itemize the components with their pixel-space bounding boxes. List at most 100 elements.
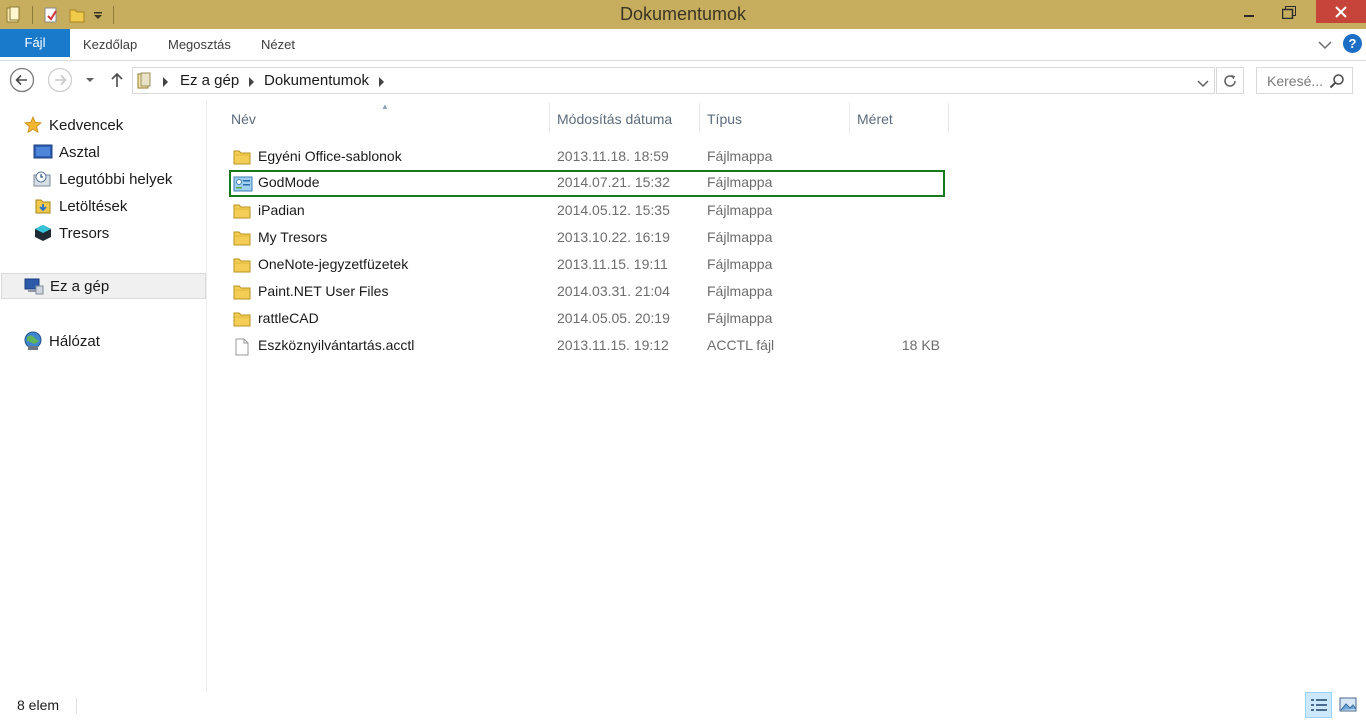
nav-downloads-label: Letöltések	[59, 197, 128, 215]
forward-button[interactable]	[47, 67, 73, 93]
tab-view[interactable]: Nézet	[261, 29, 295, 61]
file-name: rattleCAD	[258, 310, 319, 326]
sort-ascending-icon: ▲	[381, 102, 389, 111]
minimize-button[interactable]	[1236, 0, 1262, 24]
item-count: 8 elem	[17, 697, 60, 713]
ribbon: Fájl Kezdőlap Megosztás Nézet ?	[0, 29, 1366, 61]
file-row[interactable]: Paint.NET User Files 2014.03.31. 21:04 F…	[229, 279, 945, 306]
tab-home[interactable]: Kezdőlap	[83, 29, 137, 61]
file-name: GodMode	[258, 174, 320, 190]
breadcrumb-separator-icon[interactable]	[163, 77, 168, 87]
up-arrow-icon	[111, 72, 123, 87]
file-row[interactable]: rattleCAD 2014.05.05. 20:19 Fájlmappa	[229, 306, 945, 333]
computer-icon	[24, 277, 44, 295]
recent-locations-button[interactable]	[79, 67, 101, 93]
column-header-size[interactable]: Méret	[857, 103, 893, 133]
network-icon	[23, 331, 43, 350]
file-date: 2013.11.18. 18:59	[557, 148, 669, 164]
file-name: OneNote-jegyzetfüzetek	[258, 256, 409, 272]
file-name: Paint.NET User Files	[258, 283, 389, 299]
file-date: 2013.10.22. 16:19	[557, 229, 670, 245]
help-icon[interactable]: ?	[1343, 34, 1362, 53]
file-type: Fájlmappa	[707, 148, 773, 164]
file-type: Fájlmappa	[707, 202, 773, 218]
folder-icon	[233, 311, 251, 327]
file-type: Fájlmappa	[707, 310, 773, 326]
forward-arrow-icon	[47, 67, 73, 93]
column-divider[interactable]	[699, 103, 700, 133]
column-divider[interactable]	[549, 103, 550, 133]
file-name: Eszköznyilvántartás.acctl	[258, 337, 415, 353]
nav-tresors-label: Tresors	[59, 224, 110, 242]
address-bar[interactable]: Ez a gép Dokumentumok	[132, 67, 1215, 94]
nav-desktop[interactable]: Asztal	[33, 139, 100, 165]
refresh-button[interactable]	[1216, 67, 1244, 94]
file-icon	[233, 338, 251, 356]
tresors-icon	[33, 224, 53, 242]
details-view-icon	[1310, 699, 1327, 711]
back-arrow-icon	[9, 67, 35, 93]
file-date: 2014.05.05. 20:19	[557, 310, 670, 326]
nav-tresors[interactable]: Tresors	[33, 220, 109, 246]
large-icons-view-button[interactable]	[1334, 692, 1361, 718]
close-icon	[1335, 5, 1347, 18]
breadcrumb-documents[interactable]: Dokumentumok	[264, 72, 369, 89]
tab-file[interactable]: Fájl	[0, 29, 70, 57]
up-button[interactable]	[104, 67, 130, 93]
location-icon	[137, 72, 153, 93]
nav-downloads[interactable]: Letöltések	[33, 193, 127, 219]
file-type: Fájlmappa	[707, 229, 773, 245]
close-button[interactable]	[1316, 0, 1366, 23]
status-bar: 8 elem	[0, 692, 1366, 720]
nav-this-pc[interactable]: Ez a gép	[1, 273, 206, 299]
back-button[interactable]	[9, 67, 35, 93]
breadcrumb-this-pc[interactable]: Ez a gép	[180, 72, 239, 89]
file-name: Egyéni Office-sablonok	[258, 148, 402, 164]
column-divider[interactable]	[849, 103, 850, 133]
file-row-highlighted[interactable]: GodMode 2014.07.21. 15:32 Fájlmappa	[229, 170, 945, 197]
restore-icon	[1282, 5, 1296, 19]
details-view-button[interactable]	[1305, 692, 1332, 718]
folder-icon	[233, 284, 251, 300]
folder-icon	[233, 203, 251, 219]
file-row[interactable]: OneNote-jegyzetfüzetek 2013.11.15. 19:11…	[229, 252, 945, 279]
downloads-icon	[33, 197, 53, 215]
file-name: My Tresors	[258, 229, 328, 245]
folder-icon	[233, 257, 251, 273]
search-box[interactable]: Keresé...	[1256, 67, 1353, 94]
large-icons-view-icon	[1339, 697, 1356, 712]
file-date: 2014.03.31. 21:04	[557, 283, 670, 299]
column-header-type[interactable]: Típus	[707, 103, 742, 133]
file-row[interactable]: Eszköznyilvántartás.acctl 2013.11.15. 19…	[229, 333, 945, 360]
title-bar: Dokumentumok	[0, 0, 1366, 29]
refresh-icon	[1224, 74, 1236, 87]
search-placeholder: Keresé...	[1267, 73, 1324, 89]
nav-recent-places[interactable]: Legutóbbi helyek	[33, 166, 172, 192]
file-type: Fájlmappa	[707, 174, 773, 190]
expand-ribbon-icon[interactable]	[1318, 37, 1332, 53]
star-icon	[23, 116, 43, 134]
file-date: 2014.07.21. 15:32	[557, 174, 670, 190]
search-icon[interactable]	[1329, 73, 1345, 92]
nav-network-label: Hálózat	[49, 332, 100, 350]
tab-share[interactable]: Megosztás	[168, 29, 231, 61]
status-divider	[76, 698, 77, 714]
window-title: Dokumentumok	[619, 4, 747, 24]
column-header-date[interactable]: Módosítás dátuma	[557, 103, 672, 133]
column-divider[interactable]	[948, 103, 949, 133]
file-row[interactable]: iPadian 2014.05.12. 15:35 Fájlmappa	[229, 198, 945, 225]
column-header-name[interactable]: Név	[231, 103, 256, 133]
address-dropdown-icon[interactable]	[1197, 76, 1209, 92]
file-row[interactable]: Egyéni Office-sablonok 2013.11.18. 18:59…	[229, 144, 945, 171]
file-date: 2013.11.15. 19:11	[557, 256, 668, 272]
breadcrumb-separator-icon[interactable]	[249, 77, 254, 87]
file-type: ACCTL fájl	[707, 337, 775, 353]
minimize-icon	[1244, 15, 1254, 17]
nav-network[interactable]: Hálózat	[23, 328, 100, 354]
nav-recent-places-label: Legutóbbi helyek	[59, 170, 173, 188]
breadcrumb-separator-icon[interactable]	[379, 77, 384, 87]
nav-favorites[interactable]: Kedvencek	[23, 112, 123, 138]
navigation-pane: Kedvencek Asztal Legutóbbi helyek Letölt…	[0, 100, 207, 692]
maximize-button[interactable]	[1272, 0, 1306, 24]
file-row[interactable]: My Tresors 2013.10.22. 16:19 Fájlmappa	[229, 225, 945, 252]
